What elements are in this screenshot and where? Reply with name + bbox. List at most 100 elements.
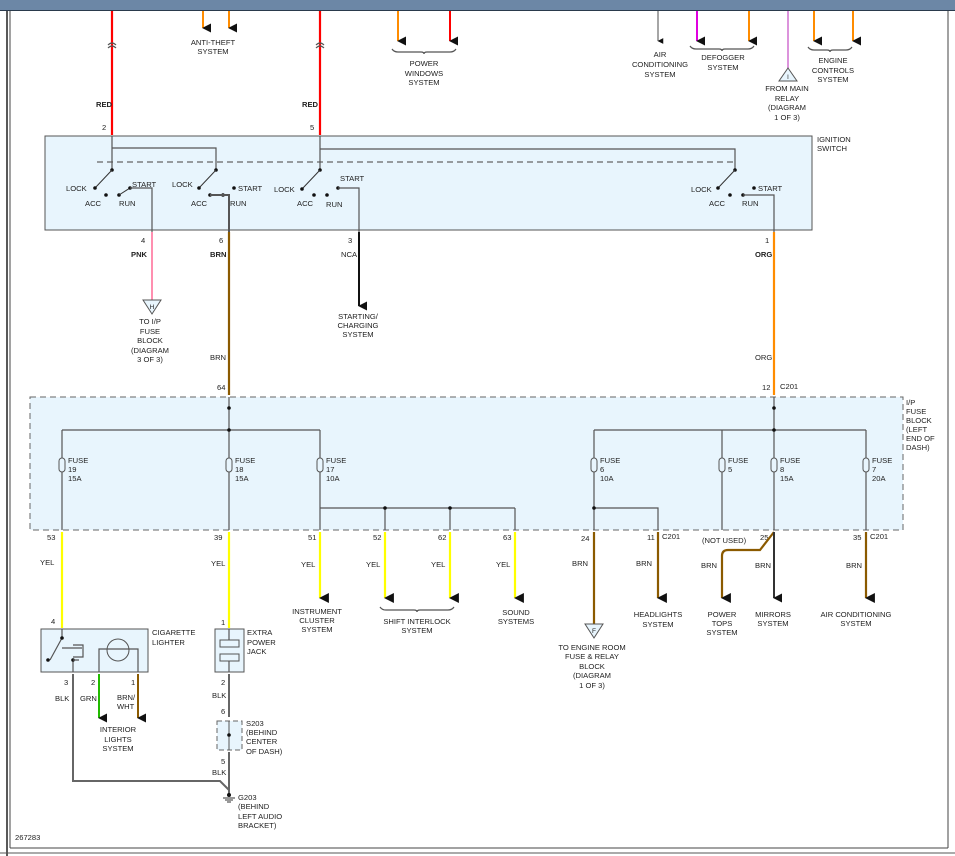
svg-text:GRN: GRN bbox=[80, 694, 97, 703]
svg-text:RUN: RUN bbox=[230, 199, 246, 208]
ip-fuse-block: I/P FUSE BLOCK (LEFT END OF DASH) FUSE19… bbox=[29, 396, 935, 531]
cigarette-lighter: CIGARETTE LIGHTER 4 3 2 1 BLK GRN BRN/ W… bbox=[40, 617, 230, 791]
svg-text:STARTING/: STARTING/ bbox=[338, 312, 379, 321]
fuse-outputs: 53 39 51 52 62 63 24 11 C201 (NOT USED) 2… bbox=[40, 531, 892, 690]
anti-theft-label: ANTI-THEFT bbox=[191, 38, 236, 47]
svg-text:CLUSTER: CLUSTER bbox=[299, 616, 335, 625]
svg-text:BLK: BLK bbox=[212, 691, 226, 700]
fuse-label: 6 bbox=[600, 465, 604, 474]
fuse-label: 15A bbox=[235, 474, 249, 483]
svg-text:INSTRUMENT: INSTRUMENT bbox=[292, 607, 342, 616]
fuse-label: 5 bbox=[728, 465, 732, 474]
svg-text:LOCK: LOCK bbox=[274, 185, 295, 194]
fuse-label: 10A bbox=[326, 474, 340, 483]
fuse-label: 7 bbox=[872, 465, 876, 474]
svg-text:52: 52 bbox=[373, 533, 381, 542]
fuse-label: FUSE bbox=[600, 456, 620, 465]
wiring-diagram: RED 2 RED 5 ANTI-THEFT SYSTEM POWER WIND… bbox=[0, 11, 955, 856]
svg-text:BRN: BRN bbox=[210, 250, 226, 259]
svg-text:EXTRA: EXTRA bbox=[247, 628, 273, 637]
svg-text:C201: C201 bbox=[780, 382, 798, 391]
svg-text:BRN: BRN bbox=[701, 561, 717, 570]
pin-2: 2 bbox=[102, 123, 106, 132]
svg-text:53: 53 bbox=[47, 533, 55, 542]
svg-text:YEL: YEL bbox=[366, 560, 380, 569]
svg-text:51: 51 bbox=[308, 533, 316, 542]
svg-text:S203: S203 bbox=[246, 719, 264, 728]
svg-text:2: 2 bbox=[221, 678, 225, 687]
svg-text:YEL: YEL bbox=[211, 559, 225, 568]
fuse-label: FUSE bbox=[326, 456, 346, 465]
svg-text:FUSE & RELAY: FUSE & RELAY bbox=[565, 652, 619, 661]
svg-text:LOCK: LOCK bbox=[691, 185, 712, 194]
power-windows-label: SYSTEM bbox=[408, 78, 439, 87]
svg-text:BRN: BRN bbox=[755, 561, 771, 570]
svg-text:START: START bbox=[132, 180, 157, 189]
fuse-label: 19 bbox=[68, 465, 76, 474]
svg-text:BLOCK: BLOCK bbox=[579, 662, 605, 671]
svg-text:BLOCK: BLOCK bbox=[906, 416, 932, 425]
svg-text:3 OF 3): 3 OF 3) bbox=[137, 355, 163, 364]
svg-text:POWER: POWER bbox=[708, 610, 737, 619]
fuse-icon bbox=[590, 457, 598, 473]
diagram-id: 267283 bbox=[15, 833, 40, 842]
svg-text:SYSTEM: SYSTEM bbox=[342, 330, 373, 339]
svg-text:BRN: BRN bbox=[636, 559, 652, 568]
engine-controls-label: SYSTEM bbox=[817, 75, 848, 84]
svg-text:LEFT AUDIO: LEFT AUDIO bbox=[238, 812, 282, 821]
fuse-label: 10A bbox=[600, 474, 614, 483]
svg-text:START: START bbox=[340, 174, 365, 183]
ignition-switch-label: SWITCH bbox=[817, 144, 847, 153]
svg-text:SYSTEMS: SYSTEMS bbox=[498, 617, 534, 626]
fuse-label: FUSE bbox=[68, 456, 88, 465]
svg-text:LIGHTER: LIGHTER bbox=[152, 638, 185, 647]
engine-controls-label: CONTROLS bbox=[812, 66, 854, 75]
svg-text:F: F bbox=[592, 628, 596, 635]
svg-text:24: 24 bbox=[581, 534, 589, 543]
svg-text:TOPS: TOPS bbox=[712, 619, 733, 628]
svg-text:ACC: ACC bbox=[191, 199, 208, 208]
svg-text:SYSTEM: SYSTEM bbox=[102, 744, 133, 753]
fuse-icon bbox=[718, 457, 726, 473]
svg-text:(DIAGRAM: (DIAGRAM bbox=[573, 671, 611, 680]
svg-text:BLK: BLK bbox=[55, 694, 69, 703]
svg-text:LIGHTS: LIGHTS bbox=[104, 735, 131, 744]
svg-text:ORG: ORG bbox=[755, 353, 772, 362]
ground-icon bbox=[223, 793, 235, 803]
fuse-label: 20A bbox=[872, 474, 886, 483]
main-relay-label: (DIAGRAM bbox=[768, 103, 806, 112]
top-wires: RED 2 RED 5 ANTI-THEFT SYSTEM POWER WIND… bbox=[96, 11, 862, 135]
svg-text:1: 1 bbox=[221, 618, 225, 627]
svg-text:MIRRORS: MIRRORS bbox=[755, 610, 791, 619]
fuse-label: FUSE bbox=[728, 456, 748, 465]
engine-controls-label: ENGINE bbox=[818, 56, 847, 65]
svg-text:FUSE: FUSE bbox=[140, 327, 160, 336]
svg-text:TO I/P: TO I/P bbox=[139, 317, 161, 326]
svg-text:6: 6 bbox=[219, 236, 223, 245]
anti-theft-label: SYSTEM bbox=[197, 47, 228, 56]
fuse-label: FUSE bbox=[235, 456, 255, 465]
svg-text:1: 1 bbox=[765, 236, 769, 245]
svg-text:1: 1 bbox=[131, 678, 135, 687]
svg-text:4: 4 bbox=[51, 617, 55, 626]
svg-text:YEL: YEL bbox=[431, 560, 445, 569]
wire-color-red-2: RED bbox=[302, 100, 319, 109]
svg-text:START: START bbox=[238, 184, 263, 193]
svg-text:BRN: BRN bbox=[210, 353, 226, 362]
svg-text:62: 62 bbox=[438, 533, 446, 542]
svg-text:RUN: RUN bbox=[742, 199, 758, 208]
svg-text:SYSTEM: SYSTEM bbox=[840, 619, 871, 628]
svg-text:BRACKET): BRACKET) bbox=[238, 821, 277, 830]
ignition-outputs: 4 6 3 1 PNK BRN NCA ORG H TO I/P FUSE BL… bbox=[131, 232, 798, 395]
svg-text:DASH): DASH) bbox=[906, 443, 930, 452]
fuse-label: FUSE bbox=[872, 456, 892, 465]
fuse-icon bbox=[58, 457, 66, 473]
svg-text:SYSTEM: SYSTEM bbox=[401, 626, 432, 635]
svg-text:SYSTEM: SYSTEM bbox=[642, 620, 673, 629]
svg-text:SHIFT INTERLOCK: SHIFT INTERLOCK bbox=[383, 617, 450, 626]
fuse-icon bbox=[862, 457, 870, 473]
svg-text:3: 3 bbox=[64, 678, 68, 687]
svg-text:END OF: END OF bbox=[906, 434, 935, 443]
svg-text:RUN: RUN bbox=[326, 200, 342, 209]
fuse-label: FUSE bbox=[780, 456, 800, 465]
